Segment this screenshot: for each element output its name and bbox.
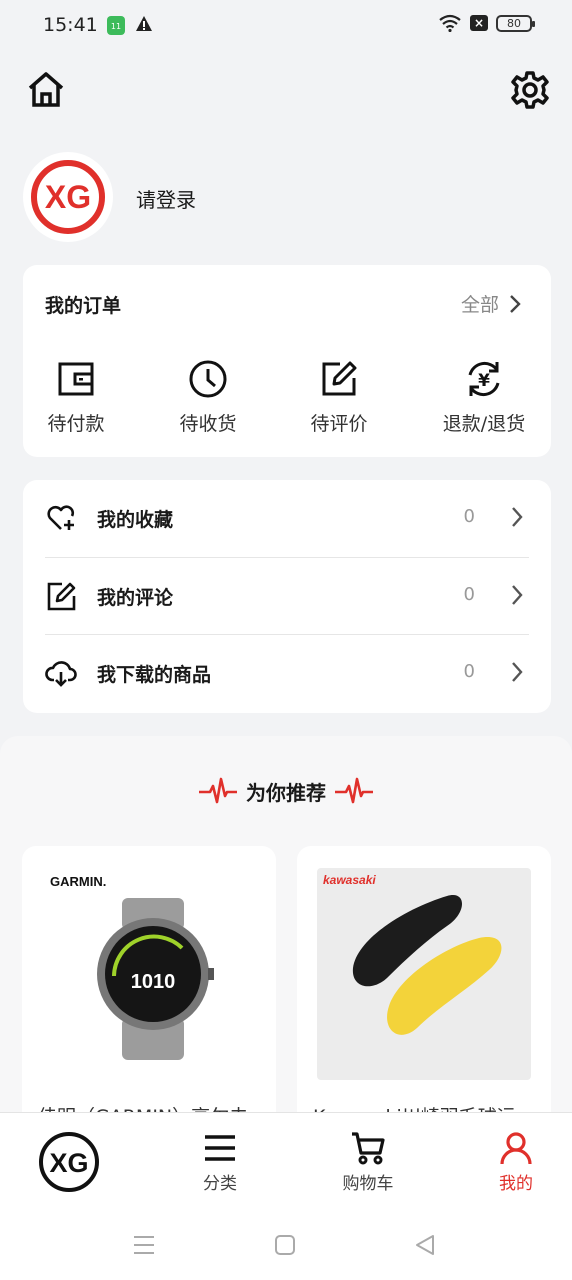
- xg-logo-icon: XG: [31, 160, 105, 234]
- back-icon[interactable]: [414, 1234, 436, 1256]
- home-button[interactable]: [26, 70, 66, 110]
- orders-title: 我的订单: [45, 295, 122, 317]
- menu-item-count: 0: [463, 584, 475, 605]
- recommend-title: 为你推荐: [246, 780, 326, 805]
- edit-icon: [322, 361, 357, 396]
- chevron-right-icon: [512, 662, 523, 682]
- battery-icon: 80: [496, 14, 535, 32]
- status-bar: 15:41 11 × 80: [0, 0, 572, 52]
- product-brand: GARMIN.: [50, 874, 106, 889]
- home-icon: [28, 72, 64, 107]
- settings-button[interactable]: [510, 70, 550, 110]
- orders-all-label: 全部: [460, 294, 499, 316]
- nav-cart[interactable]: 购物车: [313, 1131, 423, 1194]
- nav-label: 分类: [203, 1174, 237, 1194]
- order-label: 退款/退货: [442, 413, 526, 435]
- orders-all-link[interactable]: 全部: [461, 290, 521, 317]
- chevron-right-icon: [510, 294, 521, 313]
- logo-text: XG: [45, 179, 91, 215]
- nav-label: 我的: [499, 1174, 533, 1194]
- gear-icon: [511, 71, 549, 109]
- order-label: 待收货: [179, 413, 237, 435]
- wallet-icon: [58, 362, 94, 396]
- order-refund[interactable]: ¥ 退款/退货: [429, 357, 539, 436]
- order-pending-payment[interactable]: 待付款: [21, 357, 131, 436]
- system-nav-bar: [0, 1212, 572, 1280]
- recent-apps-icon[interactable]: [133, 1234, 155, 1256]
- bottom-nav: XG 分类 购物车 我的: [0, 1112, 572, 1212]
- xg-logo-icon: XG: [39, 1132, 99, 1192]
- menu-icon: [205, 1135, 235, 1161]
- cloud-download-icon: [45, 661, 77, 687]
- chevron-right-icon: [512, 507, 523, 527]
- close-status-icon: ×: [470, 15, 488, 31]
- product-card[interactable]: kawasaki Kawasaki川崎羽毛球运: [297, 846, 551, 1146]
- order-label: 待付款: [47, 413, 105, 435]
- menu-item-count: 0: [463, 506, 475, 527]
- chevron-right-icon: [512, 585, 523, 605]
- menu-card: 我的收藏 0 我的评论 0 我下载的商品 0: [23, 480, 551, 713]
- nav-logo-text: XG: [49, 1148, 88, 1178]
- warning-icon: [136, 16, 152, 31]
- orders-card: 我的订单 全部 待付款 待收货 待评价 ¥ 退款/退货: [23, 265, 551, 457]
- recommend-title-row: 为你推荐: [0, 776, 572, 806]
- product-image-insoles: kawasaki: [317, 868, 531, 1080]
- heartbeat-icon: [199, 777, 237, 804]
- refund-icon: ¥: [468, 361, 500, 397]
- menu-item-label: 我的收藏: [97, 509, 174, 531]
- cart-icon: [352, 1132, 385, 1165]
- heart-plus-icon: [47, 505, 75, 530]
- menu-item-comments[interactable]: 我的评论 0: [23, 558, 551, 635]
- svg-text:1010: 1010: [131, 971, 176, 993]
- home-system-icon[interactable]: [274, 1234, 296, 1256]
- heartbeat-icon: [335, 777, 373, 804]
- status-time: 15:41: [43, 14, 98, 36]
- edit-icon: [47, 582, 76, 611]
- menu-item-label: 我下载的商品: [97, 664, 212, 686]
- menu-item-count: 0: [463, 661, 475, 682]
- product-card[interactable]: GARMIN. 1010 佳明（GARMIN）高尔夫: [22, 846, 276, 1146]
- order-pending-receipt[interactable]: 待收货: [153, 357, 263, 436]
- product-brand: kawasaki: [323, 873, 376, 887]
- wifi-icon: [439, 14, 461, 32]
- recommend-section: 为你推荐 GARMIN. 1010 佳明（GARMIN）高尔夫 kawasaki…: [0, 736, 572, 1146]
- nav-home[interactable]: XG: [14, 1131, 124, 1193]
- menu-item-label: 我的评论: [97, 587, 174, 609]
- order-label: 待评价: [310, 413, 368, 435]
- nav-mine[interactable]: 我的: [461, 1131, 571, 1194]
- order-pending-review[interactable]: 待评价: [284, 357, 394, 436]
- menu-item-favorites[interactable]: 我的收藏 0: [23, 480, 551, 557]
- login-prompt[interactable]: 请登录: [136, 184, 196, 213]
- product-image-watch: GARMIN. 1010: [42, 868, 256, 1080]
- svg-text:¥: ¥: [478, 371, 490, 391]
- nav-label: 购物车: [342, 1174, 394, 1194]
- nav-category[interactable]: 分类: [165, 1131, 275, 1194]
- app-notification-icon: 11: [107, 16, 125, 35]
- avatar[interactable]: XG: [23, 152, 113, 242]
- menu-item-downloads[interactable]: 我下载的商品 0: [23, 635, 551, 712]
- clock-icon: [189, 360, 227, 398]
- user-icon: [500, 1132, 532, 1165]
